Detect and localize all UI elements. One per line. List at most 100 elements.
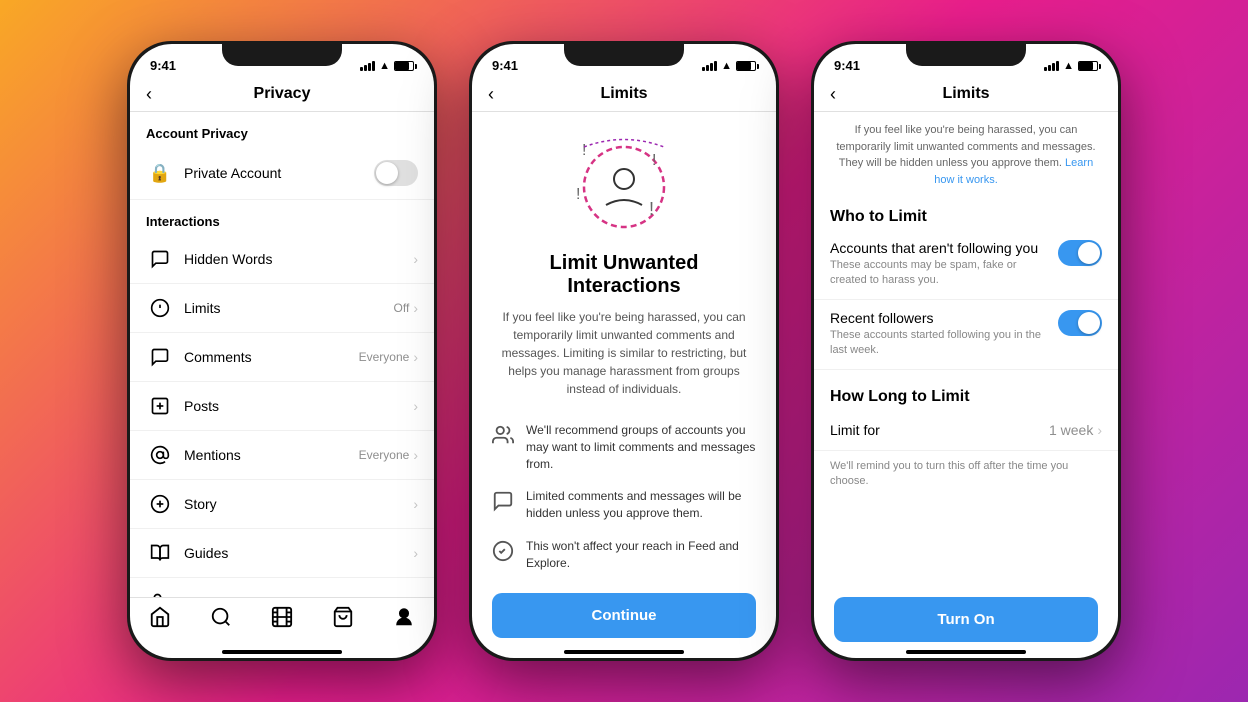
menu-item-story[interactable]: Story ›	[130, 480, 434, 529]
phone-limits-intro: 9:41 ▲ ‹ Limits	[469, 41, 779, 661]
recent-followers-sublabel: These accounts started following you in …	[830, 328, 1048, 359]
who-to-limit-header: Who to Limit	[814, 198, 1118, 230]
limit-for-label: Limit for	[830, 422, 1049, 438]
limits-desc-text: If you feel like you're being harassed, …	[836, 124, 1095, 169]
who-to-limit-section: Who to Limit Accounts that aren't follow…	[814, 198, 1118, 378]
feature-text-3: This won't affect your reach in Feed and…	[526, 538, 756, 572]
how-long-header: How Long to Limit	[814, 378, 1118, 410]
posts-label: Posts	[184, 398, 413, 414]
guides-label: Guides	[184, 545, 413, 561]
tab-profile[interactable]	[393, 606, 415, 634]
back-button-3[interactable]: ‹	[830, 84, 836, 105]
feature-item-1: We'll recommend groups of accounts you m…	[472, 414, 776, 480]
scroll-content-2: ! ! ! ! Limit Unwanted Interactions If y…	[472, 112, 776, 581]
status-icons-3: ▲	[1044, 60, 1098, 72]
section-header-account-privacy: Account Privacy	[130, 112, 434, 147]
battery-2	[736, 61, 756, 71]
status-icons-1: ▲	[360, 60, 414, 72]
page-title-1: Privacy	[254, 85, 311, 103]
reach-icon	[492, 540, 514, 568]
nav-header-2: ‹ Limits	[472, 77, 776, 112]
story-icon	[146, 490, 174, 518]
group-icon	[492, 424, 514, 452]
tab-bar-1	[130, 597, 434, 650]
mentions-label: Mentions	[184, 447, 359, 463]
svg-text:!: !	[649, 199, 654, 219]
limit-illustration: ! ! ! !	[544, 127, 704, 247]
bar-4	[372, 61, 375, 71]
limit-for-row[interactable]: Limit for 1 week ›	[814, 410, 1118, 451]
recent-followers-label: Recent followers	[830, 310, 1048, 326]
page-title-2: Limits	[600, 85, 647, 103]
menu-item-guides[interactable]: Guides ›	[130, 529, 434, 578]
section-header-interactions: Interactions	[130, 200, 434, 235]
limits-label: Limits	[184, 300, 394, 316]
tab-reels[interactable]	[271, 606, 293, 634]
recent-followers-row: Recent followers These accounts started …	[814, 300, 1118, 370]
menu-item-hidden-words[interactable]: Hidden Words ›	[130, 235, 434, 284]
phone-privacy: 9:41 ▲ ‹ Privacy Account Privacy	[127, 41, 437, 661]
nav-header-1: ‹ Privacy	[130, 77, 434, 112]
activity-status-icon	[146, 588, 174, 597]
limits-icon	[146, 294, 174, 322]
comment-hide-icon	[492, 490, 514, 518]
comments-label: Comments	[184, 349, 359, 365]
not-following-sublabel: These accounts may be spam, fake or crea…	[830, 258, 1048, 289]
not-following-text: Accounts that aren't following you These…	[830, 240, 1048, 289]
phone-notch	[222, 44, 342, 66]
scroll-content-1: Account Privacy 🔒 Private Account Intera…	[130, 112, 434, 597]
turn-on-button[interactable]: Turn On	[834, 597, 1098, 642]
tab-shop[interactable]	[332, 606, 354, 634]
battery-1	[394, 61, 414, 71]
limit-title: Limit Unwanted Interactions	[472, 252, 776, 308]
limits-value: Off	[394, 301, 410, 315]
back-button-2[interactable]: ‹	[488, 84, 494, 105]
nav-header-3: ‹ Limits	[814, 77, 1118, 112]
limit-for-value: 1 week	[1049, 422, 1093, 438]
battery-3	[1078, 61, 1098, 71]
posts-icon	[146, 392, 174, 420]
menu-item-comments[interactable]: Comments Everyone ›	[130, 333, 434, 382]
time-1: 9:41	[150, 58, 176, 73]
tab-home[interactable]	[149, 606, 171, 634]
signal-bars-3	[1044, 61, 1059, 71]
private-account-row[interactable]: 🔒 Private Account	[130, 147, 434, 200]
phone-notch-2	[564, 44, 684, 66]
wifi-icon-2: ▲	[721, 60, 732, 72]
private-account-toggle[interactable]	[374, 160, 418, 186]
home-indicator-1	[222, 650, 342, 654]
wifi-icon-1: ▲	[379, 60, 390, 72]
svg-text:!: !	[576, 186, 580, 203]
tab-search[interactable]	[210, 606, 232, 634]
feature-text-1: We'll recommend groups of accounts you m…	[526, 422, 756, 472]
mentions-icon	[146, 441, 174, 469]
home-indicator-2	[564, 650, 684, 654]
feature-item-3: This won't affect your reach in Feed and…	[472, 530, 776, 580]
phone-limits-settings: 9:41 ▲ ‹ Limits If you	[811, 41, 1121, 661]
chevron-story: ›	[413, 496, 418, 512]
menu-item-posts[interactable]: Posts ›	[130, 382, 434, 431]
limits-top-description: If you feel like you're being harassed, …	[814, 112, 1118, 198]
comments-icon	[146, 343, 174, 371]
status-icons-2: ▲	[702, 60, 756, 72]
time-2: 9:41	[492, 58, 518, 73]
svg-text:!: !	[582, 142, 586, 159]
chevron-limit-for: ›	[1097, 422, 1102, 438]
page-title-3: Limits	[942, 85, 989, 103]
signal-bars-2	[702, 61, 717, 71]
chevron-hidden-words: ›	[413, 251, 418, 267]
guides-icon	[146, 539, 174, 567]
wifi-icon-3: ▲	[1063, 60, 1074, 72]
mentions-value: Everyone	[359, 448, 410, 462]
bar-3	[368, 63, 371, 71]
menu-item-limits[interactable]: Limits Off ›	[130, 284, 434, 333]
menu-item-activity-status[interactable]: Activity Status ›	[130, 578, 434, 597]
recent-followers-toggle[interactable]	[1058, 310, 1102, 336]
continue-button[interactable]: Continue	[492, 593, 756, 638]
chevron-guides: ›	[413, 545, 418, 561]
chevron-comments: ›	[413, 349, 418, 365]
not-following-toggle[interactable]	[1058, 240, 1102, 266]
menu-item-mentions[interactable]: Mentions Everyone ›	[130, 431, 434, 480]
back-button-1[interactable]: ‹	[146, 84, 152, 105]
chevron-mentions: ›	[413, 447, 418, 463]
